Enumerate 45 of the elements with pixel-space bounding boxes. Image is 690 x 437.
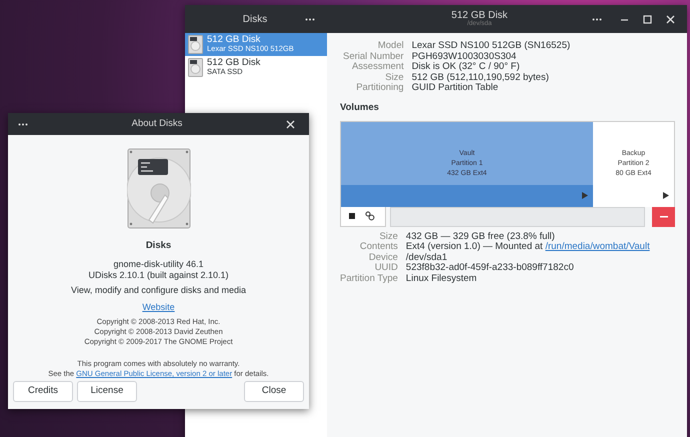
delete-partition-button[interactable] [652,206,675,227]
field-value: /dev/sda1 [406,252,448,263]
disk-name: 512 GB Disk [207,58,260,68]
window-title: 512 GB Disk [451,10,508,21]
field-label: Device [368,252,398,264]
dialog-button[interactable]: Close [244,380,304,402]
app-name: Disks [146,239,172,253]
mount-point-link[interactable]: /run/media/wombat/Vault [545,241,650,252]
field-label: Serial Number [343,52,404,62]
maximize-icon[interactable] [643,14,652,24]
field-label: Assessment [350,62,404,72]
disk-name: 512 GB Disk [207,35,262,46]
field-label: Partition Type [340,274,398,284]
field-value: Ext4 (version 1.0) — Mounted at /run/media/wombat/Vault [406,242,651,253]
minus-icon [660,216,668,218]
field-label: Size [378,232,398,242]
play-icon[interactable] [663,192,669,200]
description-text: View, modify and configure disks and media [71,284,246,298]
field-value: 523f8b32-ad0f-459f-a233-b089ff7182c0 [406,263,575,274]
dialog-title: About Disks [130,116,184,131]
field-value: Lexar SSD NS100 512GB (SN16525) [412,41,572,52]
close-icon[interactable] [286,120,295,128]
field-label: Partitioning [355,83,404,94]
field-label: Size [384,72,404,83]
dialog-button[interactable]: Credits [13,380,73,402]
field-value: Linux Filesystem [406,274,478,284]
field-value: 432 GB — 329 GB free (23.8% full) [406,232,556,242]
menu-icon[interactable] [305,18,315,20]
field-label: Model [376,41,404,52]
field-label: Contents [358,242,398,253]
version-text: gnome-disk-utility 46.1 [113,259,204,270]
field-value: 512 GB (512,110,190,592 bytes) [412,72,550,83]
menu-icon[interactable] [18,122,28,126]
field-value: PGH693W1003030S304 [412,52,518,62]
website-link[interactable]: Website [142,300,175,314]
dialog-button[interactable]: License [77,380,137,402]
sidebar-title: Disks [242,12,268,26]
menu-icon[interactable] [592,18,602,20]
field-label: UUID [374,263,398,274]
stop-icon[interactable] [349,213,355,220]
volumes-heading: Volumes [340,100,380,114]
close-icon[interactable] [666,14,675,24]
udisks-version-text: UDisks 2.10.1 (built against 2.10.1) [88,270,229,280]
field-value: GUID Partition Table [412,83,500,94]
field-value: Disk is OK (32° C / 90° F) [412,62,521,72]
